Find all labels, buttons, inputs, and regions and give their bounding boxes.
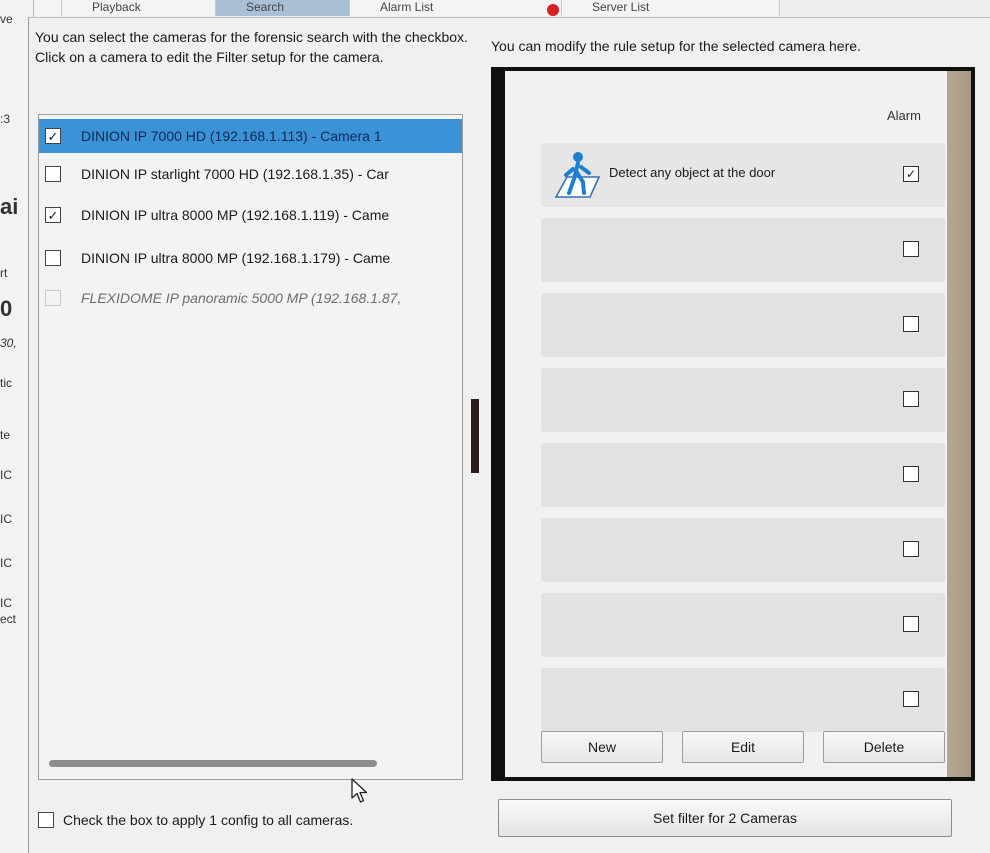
apply-to-all-checkbox[interactable] — [38, 812, 54, 828]
camera-name: DINION IP 7000 HD (192.168.1.113) - Came… — [81, 128, 382, 144]
background-text-fragment: ai — [0, 194, 19, 219]
forensic-search-dialog: You can select the cameras for the foren… — [28, 17, 990, 853]
background-text-fragment: IC — [0, 596, 12, 610]
camera-list-item[interactable]: DINION IP ultra 8000 MP (192.168.1.179) … — [39, 241, 462, 275]
background-text-fragment: 30, — [0, 336, 17, 350]
camera-checkbox[interactable]: ✓ — [45, 207, 61, 223]
background-tab-bar: Playback Search Alarm List Server List — [0, 0, 990, 16]
camera-checkbox[interactable] — [45, 250, 61, 266]
camera-name: DINION IP ultra 8000 MP (192.168.1.119) … — [81, 207, 390, 223]
rule-row[interactable] — [541, 218, 945, 282]
camera-checkbox[interactable] — [45, 166, 61, 182]
rule-alarm-checkbox[interactable] — [903, 241, 919, 257]
camera-name: DINION IP starlight 7000 HD (192.168.1.3… — [81, 166, 389, 182]
camera-checkbox[interactable]: ✓ — [45, 128, 61, 144]
background-text-fragment: 0 — [0, 296, 13, 321]
rule-alarm-checkbox[interactable]: ✓ — [903, 166, 919, 182]
rule-setup-instructions: You can modify the rule setup for the se… — [491, 38, 861, 54]
rule-row[interactable] — [541, 368, 945, 432]
camera-name: DINION IP ultra 8000 MP (192.168.1.179) … — [81, 250, 391, 266]
person-in-area-icon — [554, 152, 601, 198]
set-filter-button[interactable]: Set filter for 2 Cameras — [498, 799, 952, 837]
background-tab-server-list[interactable]: Server List — [562, 0, 780, 16]
delete-rule-button[interactable]: Delete — [823, 731, 945, 763]
camera-list-item[interactable]: ✓ DINION IP 7000 HD (192.168.1.113) - Ca… — [39, 119, 462, 153]
background-tab-search[interactable]: Search — [216, 0, 350, 16]
background-text-fragment: te — [0, 428, 11, 442]
camera-list-item[interactable]: ✓ DINION IP ultra 8000 MP (192.168.1.119… — [39, 198, 462, 232]
camera-list-item: FLEXIDOME IP panoramic 5000 MP (192.168.… — [39, 281, 462, 315]
apply-to-all-label: Check the box to apply 1 config to all c… — [63, 812, 354, 828]
rule-row[interactable] — [541, 593, 945, 657]
rule-alarm-checkbox[interactable] — [903, 466, 919, 482]
background-text-fragment: IC — [0, 468, 12, 482]
rule-row[interactable] — [541, 293, 945, 357]
rule-alarm-checkbox[interactable] — [903, 616, 919, 632]
background-text-fragment: tic — [0, 376, 12, 390]
rule-row[interactable]: Detect any object at the door ✓ — [541, 143, 945, 207]
camera-selection-instructions: You can select the cameras for the foren… — [35, 29, 468, 65]
background-text-fragment: IC — [0, 556, 12, 570]
rule-row[interactable] — [541, 668, 945, 732]
rule-alarm-checkbox[interactable] — [903, 391, 919, 407]
camera-list[interactable]: ✓ DINION IP 7000 HD (192.168.1.113) - Ca… — [38, 114, 463, 780]
camera-checkbox — [45, 290, 61, 306]
rule-name: Detect any object at the door — [609, 165, 776, 180]
alarm-indicator-icon — [547, 4, 559, 16]
mouse-pointer-icon — [351, 778, 368, 803]
background-tab-playback[interactable]: Playback — [62, 0, 216, 16]
apply-to-all-option[interactable]: Check the box to apply 1 config to all c… — [38, 812, 353, 828]
alarm-column-header: Alarm — [887, 108, 921, 123]
background-text-fragment: :3 — [0, 112, 11, 126]
horizontal-scrollbar[interactable] — [49, 760, 377, 767]
edit-rule-button[interactable]: Edit — [682, 731, 804, 763]
panel-splitter-handle[interactable] — [471, 399, 479, 473]
rule-alarm-checkbox[interactable] — [903, 691, 919, 707]
new-rule-button[interactable]: New — [541, 731, 663, 763]
rule-alarm-checkbox[interactable] — [903, 316, 919, 332]
background-text-fragment: rt — [0, 266, 8, 280]
background-text-fragment: IC — [0, 512, 12, 526]
rule-list: Alarm Detect any object at the door ✓ Ne… — [505, 71, 947, 777]
background-text-fragment: ve — [0, 12, 13, 26]
rule-row[interactable] — [541, 518, 945, 582]
camera-name: FLEXIDOME IP panoramic 5000 MP (192.168.… — [81, 290, 402, 306]
camera-list-item[interactable]: DINION IP starlight 7000 HD (192.168.1.3… — [39, 157, 462, 191]
rule-alarm-checkbox[interactable] — [903, 541, 919, 557]
background-text-fragment: ect — [0, 612, 17, 626]
rule-row[interactable] — [541, 443, 945, 507]
background-tab-alarm-list[interactable]: Alarm List — [350, 0, 562, 16]
camera-preview: Alarm Detect any object at the door ✓ Ne… — [505, 71, 971, 777]
